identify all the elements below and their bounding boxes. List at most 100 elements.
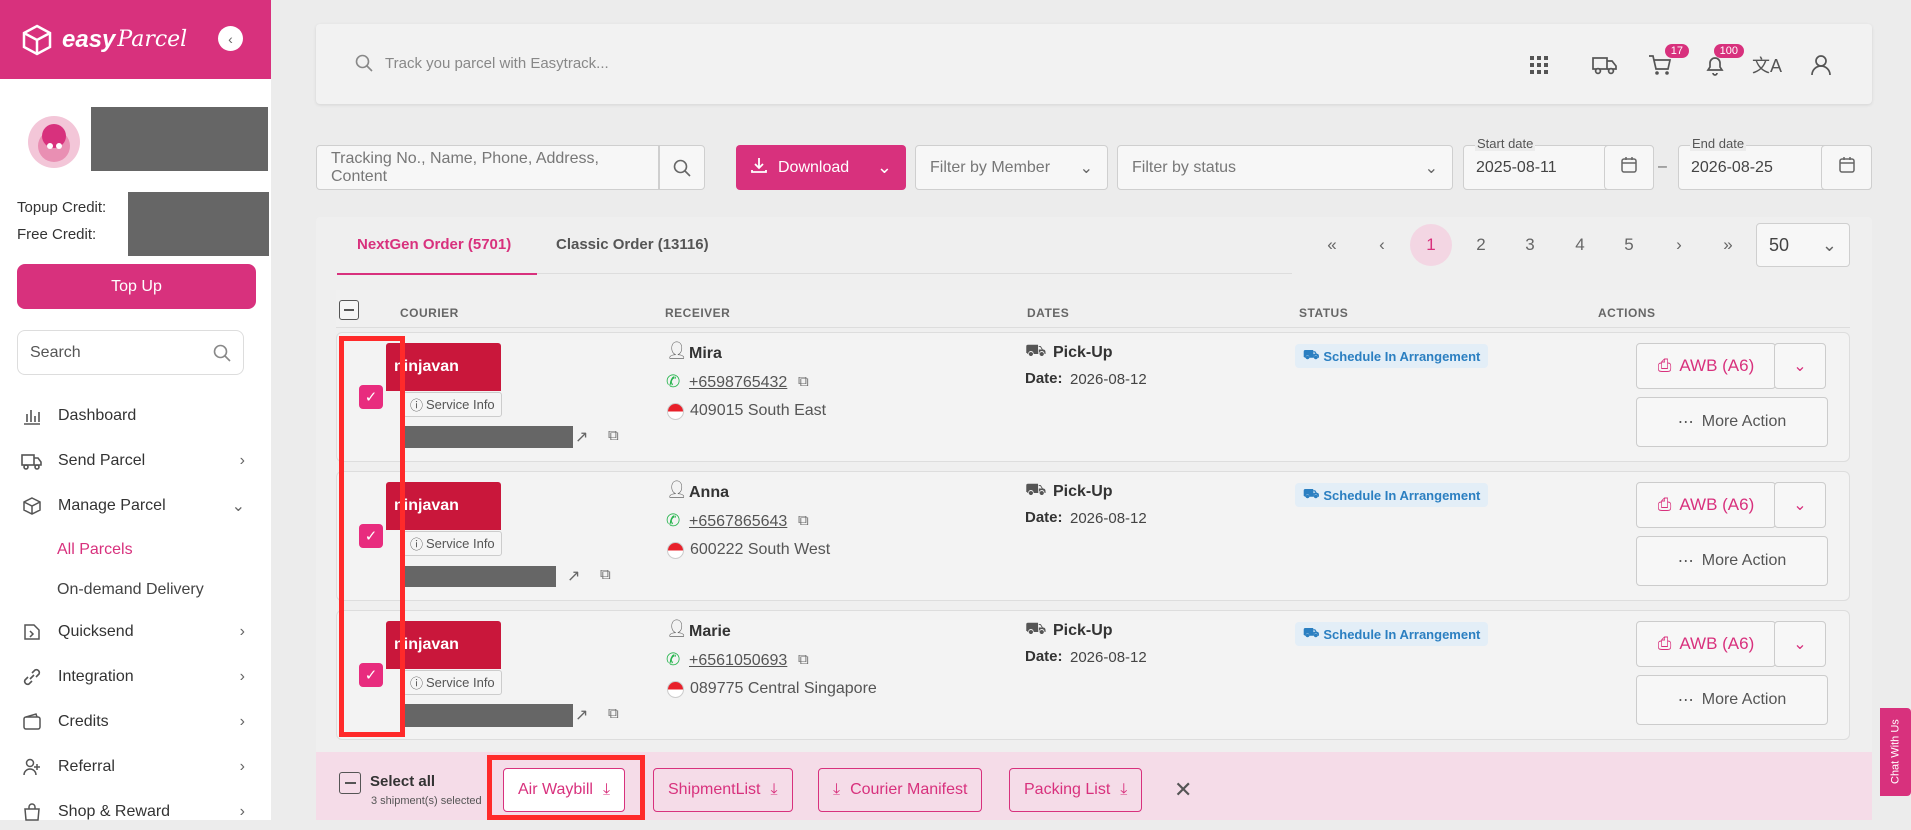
chevron-right-icon: › <box>239 623 245 640</box>
easytrack-search-input[interactable]: Track you parcel with Easytrack... <box>355 54 609 72</box>
chat-with-us-tab[interactable]: Chat With Us <box>1880 708 1911 796</box>
select-all-label[interactable]: Select all <box>370 773 435 790</box>
download-button[interactable]: Download ⌄ <box>736 145 906 190</box>
tab-divider <box>537 273 1292 274</box>
box-icon <box>20 494 44 518</box>
brand-name: easy <box>62 25 116 53</box>
select-all-checkbox[interactable] <box>339 772 361 794</box>
sidebar-item-label: Credits <box>58 713 109 730</box>
singapore-flag-icon <box>667 403 684 420</box>
awb-dropdown-button[interactable]: ⌄ <box>1774 343 1826 389</box>
sidebar-subitem-all-parcels[interactable]: All Parcels <box>57 541 133 559</box>
more-action-button[interactable]: ⋯ More Action <box>1636 675 1828 725</box>
avatar[interactable] <box>28 116 80 168</box>
top-up-button[interactable]: Top Up <box>17 264 256 309</box>
cart-icon[interactable]: 17 <box>1645 44 1689 80</box>
page-1-button[interactable]: 1 <box>1410 224 1452 266</box>
receiver-address: 089775 Central Singapore <box>690 680 877 697</box>
per-page-select[interactable]: 50 ⌄ <box>1756 223 1850 267</box>
chevron-down-icon: ⌄ <box>1424 159 1438 177</box>
external-link-icon[interactable]: ↗ <box>575 427 588 447</box>
sidebar-item-referral[interactable]: Referral › <box>20 749 245 785</box>
external-link-icon[interactable]: ↗ <box>575 705 588 725</box>
awb-print-button[interactable]: ⎙ AWB (A6) <box>1636 343 1776 389</box>
ellipsis-icon: ⋯ <box>1677 553 1694 570</box>
user-name-redacted <box>91 107 268 171</box>
column-header-status: STATUS <box>1299 306 1349 320</box>
delivery-truck-icon[interactable] <box>1590 50 1620 80</box>
sidebar-item-quicksend[interactable]: Quicksend › <box>20 614 245 650</box>
page-4-button[interactable]: 4 <box>1559 224 1601 266</box>
page-next-button[interactable]: › <box>1658 224 1700 266</box>
page-first-button[interactable]: « <box>1311 224 1353 266</box>
singapore-flag-icon <box>667 681 684 698</box>
chevron-right-icon: › <box>239 758 245 775</box>
chevron-down-icon: ⌄ <box>1821 234 1837 255</box>
whatsapp-icon[interactable]: ✆ <box>666 650 680 670</box>
courier-manifest-button[interactable]: ⤓ Courier Manifest <box>818 768 983 812</box>
copy-icon[interactable]: ⧉ <box>798 651 809 668</box>
more-action-button[interactable]: ⋯ More Action <box>1636 536 1828 586</box>
awb-dropdown-button[interactable]: ⌄ <box>1774 482 1826 528</box>
filter-member-select[interactable]: Filter by Member ⌄ <box>915 145 1108 190</box>
external-link-icon[interactable]: ↗ <box>567 566 580 586</box>
page-prev-button[interactable]: ‹ <box>1361 224 1403 266</box>
copy-icon[interactable]: ⧉ <box>608 427 619 444</box>
shipment-list-button[interactable]: ShipmentList ⤓ <box>653 768 793 812</box>
sidebar-item-credits[interactable]: Credits › <box>20 704 245 740</box>
notification-bell-icon[interactable]: 100 <box>1700 44 1744 80</box>
receiver-phone[interactable]: +6598765432 <box>689 374 787 392</box>
page-3-button[interactable]: 3 <box>1509 224 1551 266</box>
sidebar-subitem-on-demand-delivery[interactable]: On-demand Delivery <box>57 581 204 599</box>
credit-values-redacted <box>128 192 269 256</box>
sidebar-item-label: Quicksend <box>58 623 134 640</box>
more-action-button[interactable]: ⋯ More Action <box>1636 397 1828 447</box>
copy-icon[interactable]: ⧉ <box>798 512 809 529</box>
ellipsis-icon: ⋯ <box>1677 692 1694 709</box>
translate-icon[interactable]: 文A <box>1752 50 1782 80</box>
end-date-calendar-button[interactable] <box>1821 145 1872 190</box>
sidebar-item-manage-parcel[interactable]: Manage Parcel ⌄ <box>20 488 245 524</box>
sidebar-item-send-parcel[interactable]: Send Parcel › <box>20 443 245 479</box>
page-last-button[interactable]: » <box>1707 224 1749 266</box>
order-search-button[interactable] <box>659 145 705 190</box>
awb-dropdown-button[interactable]: ⌄ <box>1774 621 1826 667</box>
close-icon[interactable]: ✕ <box>1174 777 1192 803</box>
air-waybill-button[interactable]: Air Waybill ⤓ <box>503 768 626 812</box>
awb-print-button[interactable]: ⎙ AWB (A6) <box>1636 621 1776 667</box>
service-info-button[interactable]: ⓘ Service Info <box>403 392 502 417</box>
service-info-button[interactable]: ⓘ Service Info <box>403 670 502 695</box>
user-profile-icon[interactable] <box>1806 50 1836 80</box>
copy-icon[interactable]: ⧉ <box>600 566 611 583</box>
start-date-calendar-button[interactable] <box>1604 145 1654 190</box>
receiver-phone[interactable]: +6561050693 <box>689 652 787 670</box>
header-checkbox[interactable] <box>339 300 359 320</box>
copy-icon[interactable]: ⧉ <box>608 705 619 722</box>
sidebar-item-label: Dashboard <box>58 407 137 424</box>
end-date-value: 2026-08-25 <box>1691 158 1773 176</box>
calendar-icon <box>1620 156 1638 179</box>
filter-status-select[interactable]: Filter by status ⌄ <box>1117 145 1453 190</box>
sidebar-item-dashboard[interactable]: Dashboard <box>20 398 245 434</box>
sidebar-item-integration[interactable]: Integration › <box>20 659 245 695</box>
truck-icon: ⛟ <box>1303 347 1320 362</box>
tab-nextgen-order[interactable]: NextGen Order (5701) <box>357 236 511 253</box>
page-2-button[interactable]: 2 <box>1460 224 1502 266</box>
sidebar-search-input[interactable]: Search <box>17 330 244 375</box>
page-5-button[interactable]: 5 <box>1608 224 1650 266</box>
apps-grid-icon[interactable] <box>1524 50 1554 80</box>
user-icon: 👤︎ <box>666 619 688 638</box>
collapse-sidebar-button[interactable]: ‹ <box>218 26 243 51</box>
copy-icon[interactable]: ⧉ <box>798 373 809 390</box>
awb-print-button[interactable]: ⎙ AWB (A6) <box>1636 482 1776 528</box>
sidebar-item-shop-reward[interactable]: Shop & Reward › <box>20 794 245 830</box>
packing-list-label: Packing List <box>1024 781 1111 798</box>
tab-classic-order[interactable]: Classic Order (13116) <box>556 236 709 253</box>
whatsapp-icon[interactable]: ✆ <box>666 511 680 531</box>
packing-list-button[interactable]: Packing List ⤓ <box>1009 768 1143 812</box>
service-info-button[interactable]: ⓘ Service Info <box>403 531 502 556</box>
order-search-input[interactable]: Tracking No., Name, Phone, Address, Cont… <box>316 145 659 190</box>
ellipsis-icon: ⋯ <box>1677 414 1694 431</box>
whatsapp-icon[interactable]: ✆ <box>666 372 680 392</box>
receiver-phone[interactable]: +6567865643 <box>689 513 787 531</box>
